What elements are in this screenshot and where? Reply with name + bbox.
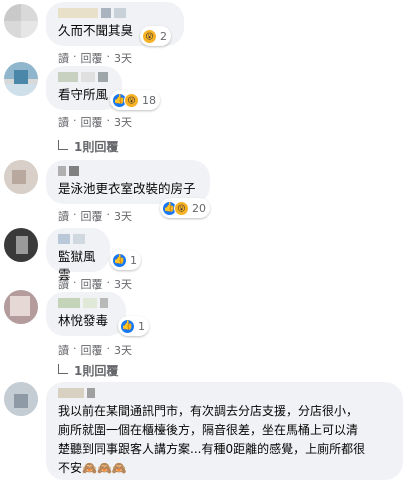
comment-actions: 讀 · 回覆 · 3天 <box>58 342 132 358</box>
reaction-summary[interactable]: 👍 😮 20 <box>160 198 210 218</box>
timestamp[interactable]: 3天 <box>114 114 132 130</box>
wow-icon: 😮 <box>174 200 189 216</box>
reply-arrow-icon <box>58 363 68 374</box>
author-name[interactable] <box>58 388 95 400</box>
read-label: 讀 <box>58 116 69 129</box>
read-label: 讀 <box>58 210 69 223</box>
wow-icon: 😮 <box>142 28 157 44</box>
wow-icon: 😮 <box>124 92 139 108</box>
reply-button[interactable]: 回覆 <box>81 276 103 292</box>
reaction-summary[interactable]: 😮 2 <box>140 26 171 46</box>
like-icon: 👍 <box>112 252 127 268</box>
author-name[interactable] <box>58 298 108 310</box>
read-label: 讀 <box>58 344 69 357</box>
comment-text: 是泳池更衣室改裝的房子 <box>58 181 196 196</box>
reaction-count: 20 <box>192 201 206 215</box>
author-name[interactable] <box>58 166 79 178</box>
comment-bubble: 我以前在某間通訊門市，有次調去分店支援，分店很小， 廁所就圍一個在櫃檯後方，隔音… <box>46 382 403 480</box>
reaction-summary[interactable]: 👍 😮 18 <box>110 90 160 110</box>
reaction-count: 1 <box>130 253 137 267</box>
reaction-count: 2 <box>160 29 167 43</box>
author-name[interactable] <box>58 72 108 84</box>
comment-bubble: 監獄風雲 <box>46 228 110 282</box>
reply-button[interactable]: 回覆 <box>81 50 103 66</box>
avatar[interactable] <box>4 290 38 324</box>
view-replies-link[interactable]: 1則回覆 <box>58 138 118 155</box>
comment-text: 看守所風 <box>58 87 109 102</box>
comment-text: 我以前在某間通訊門市，有次調去分店支援，分店很小， 廁所就圍一個在櫃檯後方，隔音… <box>58 404 366 475</box>
reply-arrow-icon <box>58 139 68 150</box>
avatar[interactable] <box>4 228 38 262</box>
reply-button[interactable]: 回覆 <box>81 342 103 358</box>
author-name[interactable] <box>58 234 85 246</box>
timestamp[interactable]: 3天 <box>114 50 132 66</box>
avatar[interactable] <box>4 62 38 96</box>
reaction-count: 1 <box>138 319 145 333</box>
avatar[interactable] <box>4 382 38 416</box>
view-replies-link[interactable]: 1則回覆 <box>58 362 118 379</box>
timestamp[interactable]: 3天 <box>114 342 132 358</box>
timestamp[interactable]: 3天 <box>114 208 132 224</box>
reply-button[interactable]: 回覆 <box>81 114 103 130</box>
read-label: 讀 <box>58 52 69 65</box>
reaction-count: 18 <box>142 93 156 107</box>
comment-bubble: 林悅發毒 <box>46 292 126 336</box>
author-name[interactable] <box>58 8 126 20</box>
avatar[interactable] <box>4 4 38 38</box>
avatar[interactable] <box>4 160 38 194</box>
read-label: 讀 <box>58 278 69 291</box>
comment-actions: 讀 · 回覆 · 3天 <box>58 114 132 130</box>
comment-text: 林悅發毒 <box>58 313 109 328</box>
reply-button[interactable]: 回覆 <box>81 208 103 224</box>
reaction-summary[interactable]: 👍 1 <box>110 250 141 270</box>
comment-actions: 讀 · 回覆 · 3天 <box>58 276 132 292</box>
like-icon: 👍 <box>120 318 135 334</box>
reaction-summary[interactable]: 👍 1 <box>118 316 149 336</box>
comment-actions: 讀 · 回覆 · 3天 <box>58 50 132 66</box>
timestamp[interactable]: 3天 <box>114 276 132 292</box>
comment-actions: 讀 · 回覆 · 3天 <box>58 208 132 224</box>
